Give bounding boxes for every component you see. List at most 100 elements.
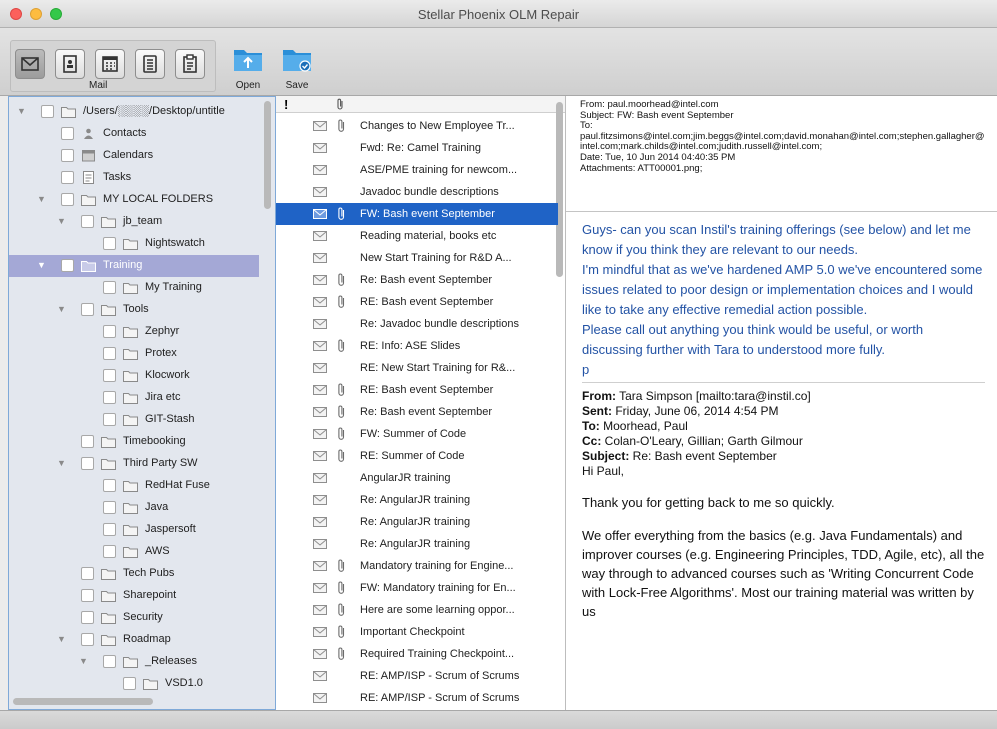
message-row[interactable]: FW: Summer of Code xyxy=(276,423,558,445)
tasks-view-button[interactable] xyxy=(135,49,165,79)
tree-item[interactable]: Java xyxy=(9,497,259,519)
disclosure-triangle-icon[interactable]: ▼ xyxy=(57,458,66,468)
message-row[interactable]: Fwd: Re: Camel Training xyxy=(276,137,558,159)
message-row[interactable]: RE: Info: ASE Slides xyxy=(276,335,558,357)
folder-checkbox[interactable] xyxy=(81,611,94,624)
folder-checkbox[interactable] xyxy=(103,523,116,536)
message-row[interactable]: Required Training Checkpoint... xyxy=(276,643,558,665)
tree-item[interactable]: Jira etc xyxy=(9,387,259,409)
folder-checkbox[interactable] xyxy=(81,457,94,470)
folder-checkbox[interactable] xyxy=(61,171,74,184)
folder-checkbox[interactable] xyxy=(81,303,94,316)
tree-item[interactable]: Zephyr xyxy=(9,321,259,343)
message-row[interactable]: Re: Javadoc bundle descriptions xyxy=(276,313,558,335)
folder-checkbox[interactable] xyxy=(103,281,116,294)
tree-item[interactable]: Calendars xyxy=(9,145,259,167)
tree-item[interactable]: Tasks xyxy=(9,167,259,189)
tree-item[interactable]: ▼ Tools xyxy=(9,299,259,321)
folder-checkbox[interactable] xyxy=(81,435,94,448)
tree-item[interactable]: RedHat Fuse xyxy=(9,475,259,497)
tree-item[interactable]: Timebooking xyxy=(9,431,259,453)
calendar-view-button[interactable] xyxy=(95,49,125,79)
tree-item[interactable]: ▼ _Releases xyxy=(9,651,259,673)
notes-view-button[interactable] xyxy=(175,49,205,79)
flag-column-header[interactable]: ! xyxy=(284,97,288,112)
tree-item[interactable]: GIT-Stash xyxy=(9,409,259,431)
open-button[interactable]: Open xyxy=(228,44,268,91)
disclosure-triangle-icon[interactable]: ▼ xyxy=(37,260,46,270)
folder-checkbox[interactable] xyxy=(103,655,116,668)
message-row[interactable]: New Start Training for R&D A... xyxy=(276,247,558,269)
message-row[interactable]: Re: Bash event September xyxy=(276,401,558,423)
message-row[interactable]: AngularJR training xyxy=(276,467,558,489)
tree-item[interactable]: Jaspersoft xyxy=(9,519,259,541)
message-row[interactable]: RE: New Start Training for R&... xyxy=(276,357,558,379)
message-row[interactable]: Javadoc bundle descriptions xyxy=(276,181,558,203)
message-row[interactable]: FW: Bash event September xyxy=(276,203,558,225)
tree-item[interactable]: Contacts xyxy=(9,123,259,145)
disclosure-triangle-icon[interactable]: ▼ xyxy=(57,634,66,644)
tree-item[interactable]: Klocwork xyxy=(9,365,259,387)
tree-item[interactable]: VSD1.0 xyxy=(9,673,259,695)
sidebar-horizontal-scrollbar[interactable] xyxy=(13,698,153,705)
folder-checkbox[interactable] xyxy=(103,413,116,426)
tree-item[interactable]: Sharepoint xyxy=(9,585,259,607)
folder-checkbox[interactable] xyxy=(61,259,74,272)
folder-checkbox[interactable] xyxy=(61,149,74,162)
disclosure-triangle-icon[interactable]: ▼ xyxy=(57,304,66,314)
disclosure-triangle-icon[interactable]: ▼ xyxy=(37,194,46,204)
tree-item[interactable]: Nightswatch xyxy=(9,233,259,255)
message-row[interactable]: Re: AngularJR training xyxy=(276,489,558,511)
tree-item[interactable]: ▼ Roadmap xyxy=(9,629,259,651)
message-row[interactable]: Re: AngularJR training xyxy=(276,511,558,533)
folder-checkbox[interactable] xyxy=(81,215,94,228)
message-row[interactable]: RE: Bash event September xyxy=(276,291,558,313)
tree-item[interactable]: ▼ MY LOCAL FOLDERS xyxy=(9,189,259,211)
disclosure-triangle-icon[interactable]: ▼ xyxy=(57,216,66,226)
message-row[interactable]: Changes to New Employee Tr... xyxy=(276,115,558,137)
disclosure-triangle-icon[interactable]: ▼ xyxy=(79,656,88,666)
message-row[interactable]: RE: Bash event September xyxy=(276,379,558,401)
folder-checkbox[interactable] xyxy=(61,193,74,206)
folder-checkbox[interactable] xyxy=(103,325,116,338)
message-row[interactable]: Here are some learning oppor... xyxy=(276,599,558,621)
folder-checkbox[interactable] xyxy=(103,391,116,404)
folder-checkbox[interactable] xyxy=(61,127,74,140)
tree-item[interactable]: My Training xyxy=(9,277,259,299)
folder-checkbox[interactable] xyxy=(103,369,116,382)
tree-item[interactable]: Tech Pubs xyxy=(9,563,259,585)
message-row[interactable]: Re: AngularJR training xyxy=(276,533,558,555)
message-row[interactable]: RE: Summer of Code xyxy=(276,445,558,467)
save-button[interactable]: Save xyxy=(277,44,317,91)
folder-checkbox[interactable] xyxy=(103,479,116,492)
tree-item[interactable]: ▼ Third Party SW xyxy=(9,453,259,475)
tree-item[interactable]: ▼ jb_team xyxy=(9,211,259,233)
sidebar-vertical-scrollbar[interactable] xyxy=(264,101,271,209)
folder-checkbox[interactable] xyxy=(81,633,94,646)
tree-item[interactable]: ▼ Training xyxy=(9,255,259,277)
tree-item[interactable]: Security xyxy=(9,607,259,629)
message-row[interactable]: Important Checkpoint xyxy=(276,621,558,643)
tree-item[interactable]: AWS xyxy=(9,541,259,563)
message-row[interactable]: Reading material, books etc xyxy=(276,225,558,247)
tree-item[interactable]: ▼ /Users/░░░░/Desktop/untitle xyxy=(9,101,259,123)
tree-item[interactable]: Protex xyxy=(9,343,259,365)
disclosure-triangle-icon[interactable]: ▼ xyxy=(17,106,26,116)
folder-checkbox[interactable] xyxy=(103,347,116,360)
mail-view-button[interactable] xyxy=(15,49,45,79)
folder-checkbox[interactable] xyxy=(81,589,94,602)
message-row[interactable]: Mandatory training for Engine... xyxy=(276,555,558,577)
folder-checkbox[interactable] xyxy=(103,545,116,558)
folder-checkbox[interactable] xyxy=(103,237,116,250)
header-attachments[interactable]: Attachments: ATT00001.png; xyxy=(580,163,985,175)
attachment-column-header[interactable] xyxy=(336,98,345,116)
message-row[interactable]: FW: Mandatory training for En... xyxy=(276,577,558,599)
folder-checkbox[interactable] xyxy=(123,677,136,690)
message-row[interactable]: ASE/PME training for newcom... xyxy=(276,159,558,181)
folder-checkbox[interactable] xyxy=(103,501,116,514)
contacts-view-button[interactable] xyxy=(55,49,85,79)
message-row[interactable]: RE: AMP/ISP - Scrum of Scrums xyxy=(276,665,558,687)
message-row[interactable]: Re: Bash event September xyxy=(276,269,558,291)
folder-checkbox[interactable] xyxy=(81,567,94,580)
message-row[interactable]: RE: AMP/ISP - Scrum of Scrums xyxy=(276,687,558,709)
